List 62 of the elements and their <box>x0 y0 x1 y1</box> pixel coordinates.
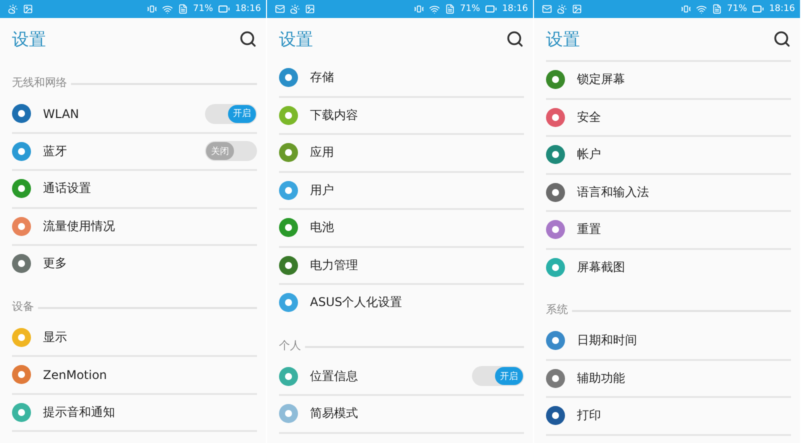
search-button[interactable] <box>773 30 791 48</box>
wifi-icon <box>696 4 708 14</box>
section-header: 个人 <box>279 338 301 352</box>
section-header: 无线和网络 <box>12 75 67 90</box>
search-button[interactable] <box>506 30 524 48</box>
setting-label[interactable]: 显示 <box>43 328 257 346</box>
vibrate-icon <box>681 4 692 14</box>
clock: 18:16 <box>769 4 795 14</box>
setting-label[interactable]: 通话设置 <box>43 180 257 198</box>
search-button[interactable] <box>239 30 257 48</box>
setting-label[interactable]: ASUS个人化设置 <box>310 294 524 312</box>
weather-icon <box>8 4 18 14</box>
section-header: 设备 <box>12 298 34 314</box>
setting-label[interactable]: 蓝牙 <box>43 142 193 160</box>
page-title: 设置 <box>546 28 580 50</box>
image-icon <box>305 4 315 14</box>
battery-icon <box>218 3 230 15</box>
setting-label[interactable]: 锁定屏幕 <box>577 71 791 88</box>
setting-label[interactable]: ZenMotion <box>43 368 257 382</box>
setting-label[interactable]: 流量使用情况 <box>43 218 257 235</box>
setting-label[interactable]: 存储 <box>310 69 524 86</box>
battery-percent: 71% <box>460 4 480 14</box>
setting-label[interactable]: 用户 <box>310 182 524 199</box>
setting-label[interactable]: 下载内容 <box>310 106 524 124</box>
setting-label[interactable]: 语言和输入法 <box>577 184 791 201</box>
battery-icon <box>752 3 764 15</box>
battery-percent: 71% <box>727 4 748 14</box>
setting-label[interactable]: 帐户 <box>577 146 791 164</box>
setting-label[interactable]: 屏幕截图 <box>577 258 791 276</box>
setting-label[interactable]: 提示音和通知 <box>43 404 257 421</box>
setting-label[interactable]: 重置 <box>577 221 791 238</box>
battery-percent: 71% <box>193 4 214 14</box>
setting-label[interactable]: 日期和时间 <box>577 332 791 350</box>
clock: 18:16 <box>502 4 528 14</box>
mail-icon <box>275 4 285 14</box>
sim-card-icon <box>712 4 722 14</box>
setting-label[interactable]: 简易模式 <box>310 405 524 422</box>
image-icon <box>23 4 33 14</box>
setting-label[interactable]: 更多 <box>43 255 257 272</box>
section-header: 系统 <box>546 302 568 317</box>
mail-icon <box>542 4 552 14</box>
setting-label[interactable]: 电力管理 <box>310 256 524 274</box>
vibrate-icon <box>147 4 158 14</box>
setting-label[interactable]: 打印 <box>577 407 791 424</box>
clock: 18:16 <box>235 4 261 14</box>
setting-label[interactable]: 安全 <box>577 108 791 126</box>
wifi-icon <box>429 4 440 14</box>
image-icon <box>572 4 582 14</box>
setting-label[interactable]: 应用 <box>310 144 524 162</box>
battery-icon <box>485 3 498 15</box>
weather-icon <box>557 4 567 14</box>
sim-card-icon <box>445 4 456 14</box>
setting-label[interactable]: 辅助功能 <box>577 370 791 387</box>
setting-label[interactable]: 位置信息 <box>310 368 460 385</box>
page-title: 设置 <box>279 28 313 50</box>
weather-icon <box>290 4 300 14</box>
setting-label[interactable]: 电池 <box>310 219 524 236</box>
wifi-icon <box>162 4 174 14</box>
vibrate-icon <box>414 4 424 14</box>
page-title: 设置 <box>12 28 46 50</box>
setting-label[interactable]: WLAN <box>43 106 193 121</box>
sim-card-icon <box>178 4 188 14</box>
